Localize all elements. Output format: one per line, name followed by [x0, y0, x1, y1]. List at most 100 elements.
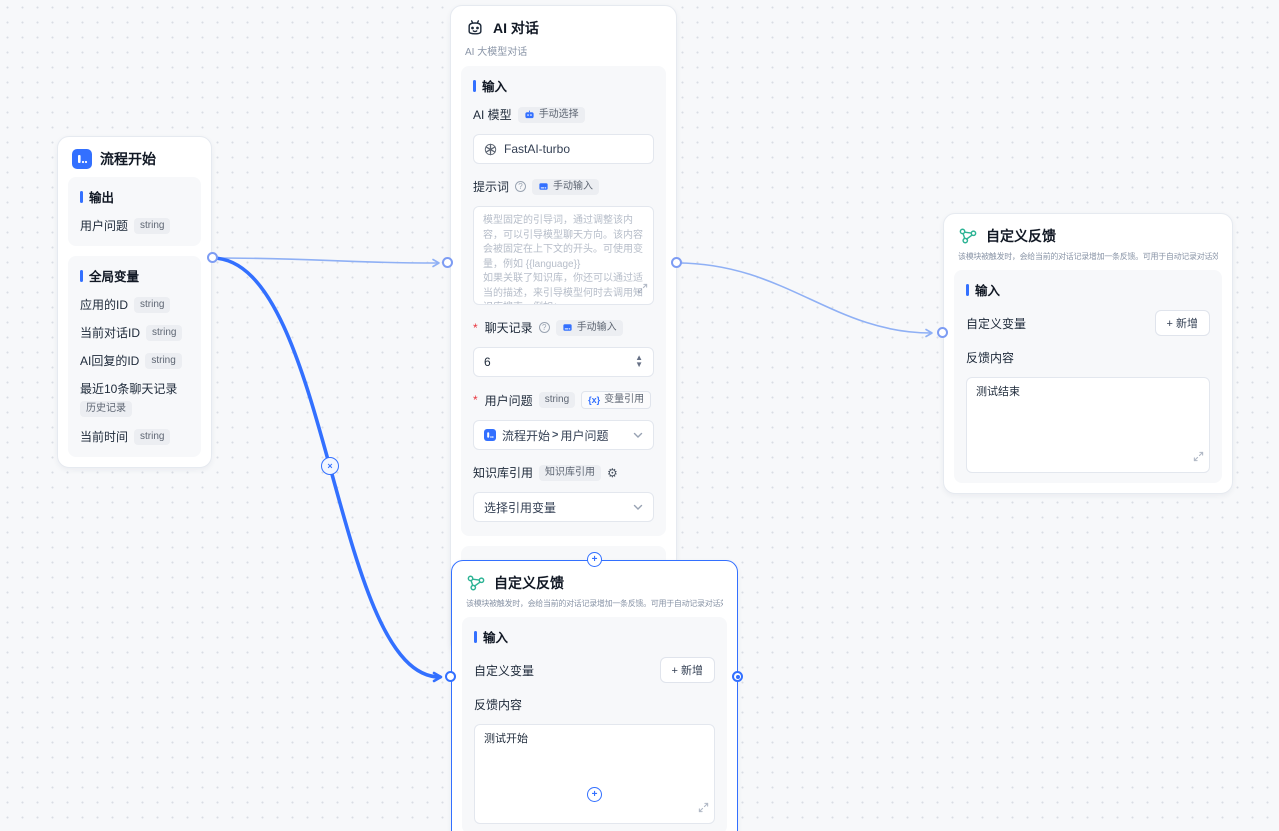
node-flow-start[interactable]: 流程开始 输出 用户问题 string 全局变量 应用的ID string — [57, 136, 212, 468]
kb-label: 知识库引用 — [473, 464, 533, 481]
section-title: 全局变量 — [89, 266, 139, 285]
robot-icon — [465, 18, 485, 38]
chevron-down-icon — [633, 504, 643, 511]
section-accent-bar — [80, 270, 83, 282]
type-badge: 历史记录 — [80, 401, 132, 417]
expand-icon[interactable] — [1193, 449, 1204, 467]
kb-type-badge: 知识库引用 — [539, 465, 601, 481]
type-badge: string — [134, 429, 170, 445]
feedback-content-textarea[interactable]: 测试开始 — [474, 724, 715, 824]
gear-icon[interactable]: ⚙ — [607, 467, 618, 479]
flow-start-global-section: 全局变量 应用的ID string 当前对话ID string AI回复的ID … — [68, 256, 201, 457]
global-var-label: 当前时间 — [80, 428, 128, 445]
ai-chat-input-section: 输入 AI 模型 手动选择 FastAI-turbo — [461, 66, 666, 536]
history-number-input[interactable]: ▲ ▼ — [473, 347, 654, 377]
kb-placeholder: 选择引用变量 — [484, 499, 633, 516]
manual-input-badge[interactable]: 手动输入 — [532, 179, 599, 195]
model-label: AI 模型 — [473, 106, 512, 123]
handle-ai-chat-source[interactable] — [671, 257, 682, 268]
question-field: 用户问题 — [560, 427, 633, 444]
node-title: 自定义反馈 — [494, 573, 564, 593]
handle-feedback-bottom-target[interactable] — [445, 671, 456, 682]
model-select[interactable]: FastAI-turbo — [473, 134, 654, 164]
node-subtitle: 该模块被触发时，会给当前的对话记录增加一条反馈。可用于自动记录对话效果等。 — [958, 251, 1218, 262]
model-value: FastAI-turbo — [504, 142, 643, 156]
flow-start-icon — [72, 149, 92, 169]
expand-icon[interactable] — [698, 800, 709, 818]
handle-feedback-bottom-bottom[interactable]: + — [587, 787, 602, 802]
node-subtitle: 该模块被触发时，会给当前的对话记录增加一条反馈。可用于自动记录对话效果等。 — [466, 598, 723, 609]
type-badge: string — [134, 218, 170, 234]
type-badge: string — [146, 325, 182, 341]
section-title: 输入 — [482, 76, 507, 95]
section-accent-bar — [966, 284, 969, 296]
prompt-label: 提示词 — [473, 178, 509, 195]
global-var-label: AI回复的ID — [80, 352, 139, 369]
history-value-input[interactable] — [484, 355, 635, 369]
handle-feedback-bottom-top[interactable]: + — [587, 552, 602, 567]
question-source: 流程开始 — [502, 427, 550, 444]
edge-delete-button[interactable]: × — [321, 457, 339, 475]
add-variable-button[interactable]: + 新增 — [1155, 310, 1210, 336]
feedback-content-textarea[interactable]: 测试结束 — [966, 377, 1210, 473]
help-icon[interactable]: ? — [515, 181, 526, 192]
type-badge: string — [134, 297, 170, 313]
section-title: 输入 — [483, 627, 508, 646]
section-accent-bar — [473, 80, 476, 92]
custom-var-label: 自定义变量 — [474, 662, 534, 679]
question-label: 用户问题 — [485, 392, 533, 409]
section-title: 输出 — [89, 187, 114, 206]
node-ai-chat[interactable]: AI 对话 AI 大模型对话 输入 AI 模型 手动选择 — [450, 5, 677, 654]
edge-flowstart-to-aichat[interactable] — [212, 258, 438, 263]
feedback-content-label: 反馈内容 — [474, 696, 522, 713]
required-asterisk: * — [473, 393, 478, 407]
question-source-select[interactable]: 流程开始 > 用户问题 — [473, 420, 654, 450]
flow-start-mini-icon — [484, 429, 496, 441]
stepper-down-icon[interactable]: ▼ — [635, 363, 643, 368]
global-var-label: 最近10条聊天记录 — [80, 380, 177, 397]
node-title: AI 对话 — [493, 18, 539, 38]
type-badge: string — [539, 392, 575, 408]
manual-input-badge[interactable]: 手动输入 — [556, 320, 623, 336]
handle-feedback-bottom-source[interactable] — [732, 671, 743, 682]
edge-aichat-to-feedback-right[interactable] — [677, 263, 931, 333]
manual-select-badge[interactable]: 手动选择 — [518, 107, 585, 123]
prompt-textarea[interactable] — [473, 206, 654, 305]
section-accent-bar — [80, 191, 83, 203]
chevron-right-icon: > — [552, 429, 558, 441]
input-mini-icon — [562, 322, 573, 333]
number-stepper[interactable]: ▲ ▼ — [635, 356, 643, 368]
feedback-right-header: 自定义反馈 该模块被触发时，会给当前的对话记录增加一条反馈。可用于自动记录对话效… — [944, 214, 1232, 270]
expand-icon[interactable] — [637, 281, 648, 299]
history-label: 聊天记录 — [485, 319, 533, 336]
required-asterisk: * — [473, 321, 478, 335]
node-feedback-right[interactable]: 自定义反馈 该模块被触发时，会给当前的对话记录增加一条反馈。可用于自动记录对话效… — [943, 213, 1233, 494]
output-row-label: 用户问题 — [80, 217, 128, 234]
section-accent-bar — [474, 631, 477, 643]
feedback-content-label: 反馈内容 — [966, 349, 1014, 366]
feedback-right-input-section: 输入 自定义变量 + 新增 反馈内容 测试结束 — [954, 270, 1222, 483]
feedback-icon — [466, 573, 486, 593]
global-var-label: 应用的ID — [80, 296, 128, 313]
node-title: 自定义反馈 — [986, 226, 1056, 246]
ai-chat-header: AI 对话 AI 大模型对话 — [451, 6, 676, 66]
model-provider-icon — [484, 143, 497, 156]
flow-start-output-section: 输出 用户问题 string — [68, 177, 201, 246]
custom-var-label: 自定义变量 — [966, 315, 1026, 332]
type-badge: string — [145, 353, 181, 369]
flow-start-header: 流程开始 — [58, 137, 211, 177]
feedback-icon — [958, 226, 978, 246]
handle-feedback-right-target[interactable] — [937, 327, 948, 338]
kb-select[interactable]: 选择引用变量 — [473, 492, 654, 522]
global-var-label: 当前对话ID — [80, 324, 140, 341]
add-variable-button[interactable]: + 新增 — [660, 657, 715, 683]
node-subtitle: AI 大模型对话 — [465, 43, 662, 58]
handle-flow-start-source[interactable] — [207, 252, 218, 263]
workflow-canvas[interactable]: × 流程开始 输出 用户问题 string 全局变量 — [0, 0, 1279, 831]
handle-ai-chat-target[interactable] — [442, 257, 453, 268]
help-icon[interactable]: ? — [539, 322, 550, 333]
variable-ref-badge[interactable]: {x} 变量引用 — [581, 391, 651, 409]
chevron-down-icon — [633, 432, 643, 439]
robot-mini-icon — [524, 109, 535, 120]
feedback-bottom-header: 自定义反馈 该模块被触发时，会给当前的对话记录增加一条反馈。可用于自动记录对话效… — [452, 561, 737, 617]
